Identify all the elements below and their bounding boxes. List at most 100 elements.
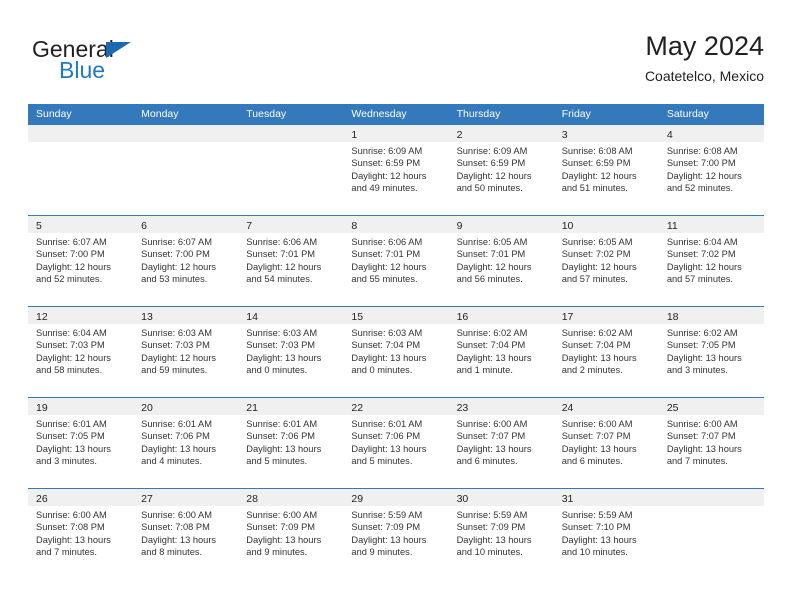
sunset-text: Sunset: 7:05 PM bbox=[666, 340, 736, 351]
day-cell[interactable]: 20 Sunrise: 6:01 AM Sunset: 7:06 PM Dayligh… bbox=[133, 398, 239, 488]
day-number-band: 20 bbox=[133, 398, 239, 415]
day-cell[interactable]: 12 Sunrise: 6:04 AM Sunset: 7:03 PM Dayligh… bbox=[28, 307, 134, 397]
daylight-text-line2: and 52 minutes. bbox=[36, 274, 103, 285]
day-cell[interactable]: 18 Sunrise: 6:02 AM Sunset: 7:05 PM Dayligh… bbox=[658, 307, 764, 397]
daylight-text-line1: Daylight: 12 hours bbox=[141, 352, 217, 363]
day-cell[interactable]: 9 Sunrise: 6:05 AM Sunset: 7:01 PM Daylight… bbox=[448, 216, 554, 306]
day-number-band: 28 bbox=[238, 489, 344, 506]
day-cell[interactable]: 23 Sunrise: 6:00 AM Sunset: 7:07 PM Dayligh… bbox=[448, 398, 554, 488]
day-cell[interactable]: 24 Sunrise: 6:00 AM Sunset: 7:07 PM Dayligh… bbox=[553, 398, 659, 488]
sunrise-text: Sunrise: 6:09 AM bbox=[351, 146, 423, 156]
day-cell-empty bbox=[28, 125, 134, 215]
day-cell[interactable]: 5 Sunrise: 6:07 AM Sunset: 7:00 PM Daylight… bbox=[28, 216, 134, 306]
calendar-weeks: 1 Sunrise: 6:09 AM Sunset: 6:59 PM Daylight… bbox=[28, 125, 764, 579]
day-cell[interactable]: 16 Sunrise: 6:02 AM Sunset: 7:04 PM Dayligh… bbox=[448, 307, 554, 397]
day-number: 22 bbox=[351, 402, 364, 414]
daylight-text-line2: and 57 minutes. bbox=[666, 274, 733, 285]
day-number: 17 bbox=[561, 311, 574, 323]
day-cell[interactable]: 21 Sunrise: 6:01 AM Sunset: 7:06 PM Dayligh… bbox=[238, 398, 344, 488]
sunrise-text: Sunrise: 6:01 AM bbox=[36, 419, 107, 429]
day-number-band: 22 bbox=[343, 398, 449, 415]
day-cell[interactable]: 3 Sunrise: 6:08 AM Sunset: 6:59 PM Daylight… bbox=[553, 125, 659, 215]
page-title: May 2024 bbox=[645, 31, 764, 61]
day-cell-empty bbox=[133, 125, 239, 215]
day-cell[interactable]: 25 Sunrise: 6:00 AM Sunset: 7:07 PM Dayligh… bbox=[658, 398, 764, 488]
daylight-text-line2: and 50 minutes. bbox=[456, 183, 523, 194]
day-number: 14 bbox=[246, 311, 258, 323]
day-number-band: 7 bbox=[238, 216, 344, 233]
weekday-header-friday: Friday bbox=[561, 108, 591, 120]
weekday-header-sunday: Sunday bbox=[36, 108, 72, 120]
day-cell[interactable]: 15 Sunrise: 6:03 AM Sunset: 7:04 PM Dayligh… bbox=[343, 307, 449, 397]
daylight-text-line2: and 7 minutes. bbox=[36, 547, 97, 558]
sunrise-text: Sunrise: 6:05 AM bbox=[456, 237, 528, 247]
daylight-text-line1: Daylight: 13 hours bbox=[36, 443, 111, 454]
daylight-text-line2: and 10 minutes. bbox=[456, 547, 523, 558]
day-number: 21 bbox=[246, 402, 258, 414]
logo-triangle-icon bbox=[106, 42, 131, 58]
general-blue-logo[interactable]: General Blue bbox=[32, 36, 232, 92]
day-number-band: 1 bbox=[343, 125, 449, 142]
daylight-text-line1: Daylight: 13 hours bbox=[456, 443, 532, 454]
day-number: 16 bbox=[456, 311, 469, 323]
sunset-text: Sunset: 7:06 PM bbox=[141, 431, 210, 442]
day-cell[interactable]: 29 Sunrise: 5:59 AM Sunset: 7:09 PM Dayligh… bbox=[343, 489, 449, 579]
day-cell[interactable]: 19 Sunrise: 6:01 AM Sunset: 7:05 PM Dayligh… bbox=[28, 398, 134, 488]
day-cell[interactable]: 26 Sunrise: 6:00 AM Sunset: 7:08 PM Dayligh… bbox=[28, 489, 134, 579]
day-number-band: 24 bbox=[553, 398, 659, 415]
weekday-header-thursday: Thursday bbox=[456, 108, 501, 120]
day-cell[interactable]: 2 Sunrise: 6:09 AM Sunset: 6:59 PM Daylight… bbox=[448, 125, 554, 215]
sunset-text: Sunset: 7:07 PM bbox=[666, 431, 736, 442]
daylight-text-line2: and 55 minutes. bbox=[351, 274, 418, 285]
day-cell[interactable]: 11 Sunrise: 6:04 AM Sunset: 7:02 PM Dayligh… bbox=[658, 216, 764, 306]
day-number-band: 15 bbox=[343, 307, 449, 324]
sunset-text: Sunset: 7:07 PM bbox=[456, 431, 526, 442]
daylight-text-line2: and 4 minutes. bbox=[141, 456, 203, 467]
calendar-week-row: 1 Sunrise: 6:09 AM Sunset: 6:59 PM Daylight… bbox=[28, 125, 764, 215]
day-number: 31 bbox=[561, 493, 574, 505]
daylight-text-line2: and 9 minutes. bbox=[351, 547, 413, 558]
day-sun-info: Sunrise: 6:00 AM Sunset: 7:08 PM Daylight:… bbox=[28, 506, 133, 559]
day-number: 10 bbox=[561, 220, 574, 232]
day-cell[interactable]: 6 Sunrise: 6:07 AM Sunset: 7:00 PM Daylight… bbox=[133, 216, 239, 306]
daylight-text-line1: Daylight: 13 hours bbox=[141, 443, 217, 454]
day-sun-info: Sunrise: 6:08 AM Sunset: 6:59 PM Daylight:… bbox=[554, 142, 659, 195]
day-cell[interactable]: 7 Sunrise: 6:06 AM Sunset: 7:01 PM Daylight… bbox=[238, 216, 344, 306]
daylight-text-line2: and 5 minutes. bbox=[351, 456, 413, 467]
sunrise-text: Sunrise: 6:03 AM bbox=[246, 328, 318, 338]
sunset-text: Sunset: 7:07 PM bbox=[561, 431, 631, 442]
day-cell[interactable]: 17 Sunrise: 6:02 AM Sunset: 7:04 PM Dayligh… bbox=[553, 307, 659, 397]
calendar-week-row: 26 Sunrise: 6:00 AM Sunset: 7:08 PM Dayligh… bbox=[28, 488, 764, 579]
day-cell[interactable]: 30 Sunrise: 5:59 AM Sunset: 7:09 PM Dayligh… bbox=[448, 489, 554, 579]
daylight-text-line1: Daylight: 13 hours bbox=[246, 352, 322, 363]
day-number: 9 bbox=[456, 220, 463, 232]
daylight-text-line1: Daylight: 13 hours bbox=[36, 534, 111, 545]
day-number-band: 4 bbox=[658, 125, 764, 142]
daylight-text-line1: Daylight: 12 hours bbox=[456, 261, 532, 272]
day-number: 3 bbox=[561, 129, 568, 141]
day-sun-info: Sunrise: 6:07 AM Sunset: 7:00 PM Daylight:… bbox=[133, 233, 238, 286]
day-cell[interactable]: 10 Sunrise: 6:05 AM Sunset: 7:02 PM Dayligh… bbox=[553, 216, 659, 306]
sunrise-text: Sunrise: 6:02 AM bbox=[666, 328, 738, 338]
day-number-band: 30 bbox=[448, 489, 554, 506]
day-cell[interactable]: 28 Sunrise: 6:00 AM Sunset: 7:09 PM Dayligh… bbox=[238, 489, 344, 579]
day-cell[interactable]: 27 Sunrise: 6:00 AM Sunset: 7:08 PM Dayligh… bbox=[133, 489, 239, 579]
day-sun-info: Sunrise: 6:01 AM Sunset: 7:06 PM Daylight:… bbox=[238, 415, 343, 468]
day-cell[interactable]: 1 Sunrise: 6:09 AM Sunset: 6:59 PM Daylight… bbox=[343, 125, 449, 215]
day-number: 13 bbox=[141, 311, 153, 323]
daylight-text-line2: and 8 minutes. bbox=[141, 547, 203, 558]
day-cell[interactable]: 4 Sunrise: 6:08 AM Sunset: 7:00 PM Daylight… bbox=[658, 125, 764, 215]
day-cell[interactable]: 14 Sunrise: 6:03 AM Sunset: 7:03 PM Dayligh… bbox=[238, 307, 344, 397]
day-number-band bbox=[238, 125, 344, 142]
day-number-band: 21 bbox=[238, 398, 344, 415]
sunrise-text: Sunrise: 6:05 AM bbox=[561, 237, 633, 247]
day-cell[interactable]: 8 Sunrise: 6:06 AM Sunset: 7:01 PM Daylight… bbox=[343, 216, 449, 306]
day-number-band: 23 bbox=[448, 398, 554, 415]
weekday-header-wednesday: Wednesday bbox=[351, 108, 407, 120]
day-cell-empty bbox=[658, 489, 764, 579]
day-cell[interactable]: 31 Sunrise: 5:59 AM Sunset: 7:10 PM Dayligh… bbox=[553, 489, 659, 579]
day-number-band: 3 bbox=[553, 125, 659, 142]
day-cell[interactable]: 13 Sunrise: 6:03 AM Sunset: 7:03 PM Dayligh… bbox=[133, 307, 239, 397]
daylight-text-line2: and 1 minute. bbox=[456, 365, 513, 376]
day-cell[interactable]: 22 Sunrise: 6:01 AM Sunset: 7:06 PM Dayligh… bbox=[343, 398, 449, 488]
